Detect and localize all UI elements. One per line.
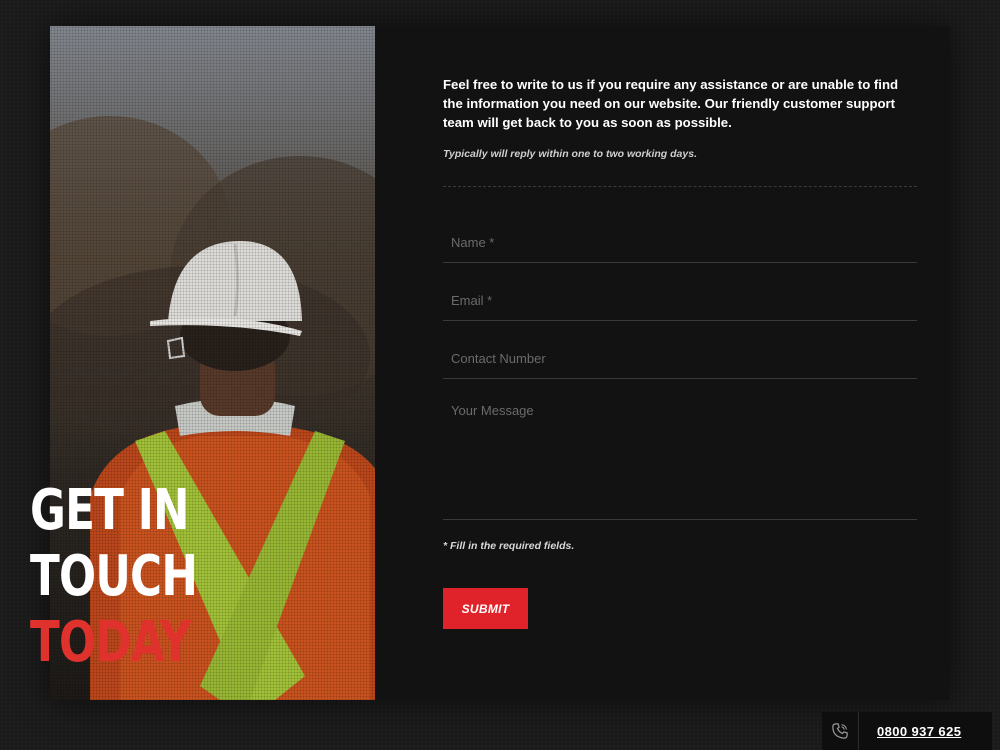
message-field-row bbox=[443, 379, 917, 520]
contact-number-input[interactable] bbox=[443, 351, 917, 378]
email-input[interactable] bbox=[443, 293, 917, 320]
phone-bar: 0800 937 625 bbox=[822, 712, 992, 750]
name-input[interactable] bbox=[443, 235, 917, 262]
submit-button[interactable]: SUBMIT bbox=[443, 588, 528, 629]
contact-form: * Fill in the required fields. SUBMIT bbox=[443, 187, 917, 629]
required-fields-note: * Fill in the required fields. bbox=[443, 540, 575, 552]
phone-icon bbox=[822, 712, 859, 750]
email-field-row bbox=[443, 263, 917, 321]
headline-line-2: TOUCH bbox=[30, 544, 198, 609]
name-field-row bbox=[443, 187, 917, 263]
hero-headline: GET IN TOUCH TODAY bbox=[30, 478, 198, 676]
phone-field-row bbox=[443, 321, 917, 379]
reply-time-note: Typically will reply within one to two w… bbox=[443, 148, 697, 160]
headline-line-3: TODAY bbox=[30, 610, 191, 675]
contact-form-area: Feel free to write to us if you require … bbox=[443, 75, 917, 629]
message-textarea[interactable] bbox=[443, 379, 917, 518]
headline-line-1: GET IN bbox=[30, 478, 190, 543]
phone-number-link[interactable]: 0800 937 625 bbox=[859, 724, 961, 739]
intro-text: Feel free to write to us if you require … bbox=[443, 77, 899, 130]
